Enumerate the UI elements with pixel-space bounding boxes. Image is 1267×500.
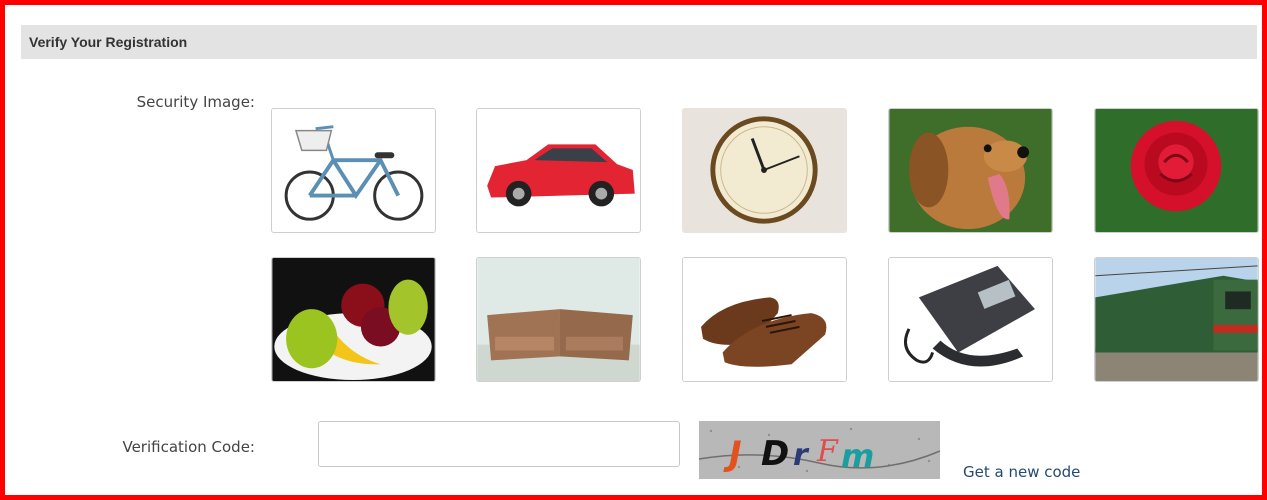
clock-image	[683, 109, 846, 232]
captcha-char-3: r	[793, 438, 810, 473]
captcha-image: J D r F m	[699, 421, 940, 479]
bicycle-image	[272, 109, 435, 232]
security-image-car[interactable]	[476, 108, 641, 233]
verification-code-label: Verification Code:	[122, 438, 255, 456]
security-image-rose[interactable]	[1094, 108, 1259, 233]
train-image	[1095, 258, 1258, 381]
security-image-label: Security Image:	[136, 93, 255, 111]
car-image	[477, 109, 640, 232]
security-image-clock[interactable]	[682, 108, 847, 233]
dog-image	[889, 109, 1052, 232]
captcha-char-5: m	[841, 437, 874, 475]
telephone-image	[889, 258, 1052, 381]
security-image-sofa[interactable]	[476, 257, 641, 382]
panel-title: Verify Your Registration	[29, 34, 188, 50]
security-image-shoes[interactable]	[682, 257, 847, 382]
verification-code-input[interactable]	[318, 421, 680, 467]
security-image-bicycle[interactable]	[271, 108, 436, 233]
captcha-graphic: J D r F m	[699, 421, 940, 479]
verification-panel: Verify Your Registration Security Image:	[0, 0, 1267, 500]
get-new-code-link[interactable]: Get a new code	[963, 463, 1080, 481]
sofa-image	[477, 258, 640, 381]
rose-image	[1095, 109, 1258, 232]
security-image-fruit-bowl[interactable]	[271, 257, 436, 382]
security-image-telephone[interactable]	[888, 257, 1053, 382]
fruit-bowl-image	[272, 258, 435, 381]
security-image-dog[interactable]	[888, 108, 1053, 233]
captcha-char-2: D	[761, 434, 789, 474]
shoes-image	[683, 258, 846, 381]
panel-header: Verify Your Registration	[21, 25, 1257, 59]
captcha-char-4: F	[816, 434, 839, 469]
security-image-train[interactable]	[1094, 257, 1259, 382]
